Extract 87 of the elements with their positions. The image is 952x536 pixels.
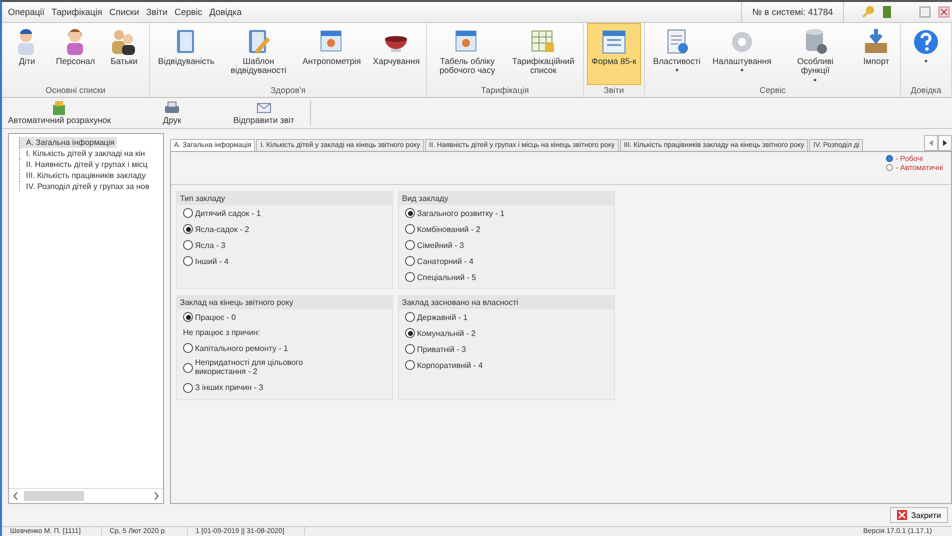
radio-button[interactable]: [183, 312, 193, 322]
radio-button[interactable]: [405, 224, 415, 234]
radio-button[interactable]: [405, 360, 415, 370]
ribbon-group-label: Довідка: [910, 85, 942, 97]
ribbon-button[interactable]: Антропометрія: [297, 23, 366, 85]
ribbon-button[interactable]: Харчування: [368, 23, 425, 85]
close-icon[interactable]: [938, 6, 950, 18]
radio-label: Працює - 0: [195, 312, 236, 322]
radio-button[interactable]: [886, 164, 893, 171]
printer-icon: [165, 101, 180, 115]
envelope-icon: [256, 101, 271, 115]
radio-button[interactable]: [405, 328, 415, 338]
tree-item[interactable]: І. Кількість дітей у закладі на кін: [19, 148, 147, 159]
system-number: № в системі: 41784: [741, 2, 844, 22]
radio-button[interactable]: [886, 155, 893, 162]
menu-item[interactable]: Сервіс: [174, 7, 202, 17]
radio-label: Комунальній - 2: [417, 328, 476, 338]
ribbon-button[interactable]: Шаблон відвідуваності: [221, 23, 296, 85]
radio-label: Непридатності для цільового використання - 2: [195, 359, 304, 377]
radio-button[interactable]: [405, 256, 415, 266]
close-icon: [897, 510, 908, 520]
menu-item[interactable]: Операції: [8, 7, 45, 17]
group-title: Вид закладу: [399, 192, 614, 205]
ribbon-group-label: Тарифікація: [480, 85, 530, 97]
ribbon-button[interactable]: Відвідуваність: [153, 23, 220, 85]
tree-item[interactable]: ІІІ. Кількість працівників закладу: [19, 170, 148, 181]
group-title: Тип закладу: [177, 192, 392, 205]
radio-button[interactable]: [183, 382, 193, 393]
radio-button[interactable]: [183, 224, 193, 234]
radio-label: Капітального ремонту - 1: [195, 344, 288, 352]
group-title: Заклад на кінець звітного року: [177, 296, 392, 309]
toolbar-button[interactable]: Автоматичний розрахунок: [2, 101, 117, 125]
ribbon-button[interactable]: Діти: [5, 23, 49, 85]
toolbar-button[interactable]: Відправити звіт: [227, 101, 300, 125]
radio-label: Комбінований - 2: [417, 224, 480, 234]
radio-label: Дитячий садок - 1: [195, 208, 261, 218]
radio-button[interactable]: [183, 208, 193, 218]
scrollbar-thumb[interactable]: [24, 491, 84, 501]
close-button[interactable]: Закрити: [890, 507, 948, 523]
ribbon-button[interactable]: Імпорт: [854, 23, 898, 85]
toolbar-button[interactable]: Друк: [156, 101, 188, 125]
radio-button[interactable]: [183, 240, 193, 250]
ribbon-group-label: Сервіс: [758, 85, 787, 97]
menu-item[interactable]: Звіти: [146, 7, 168, 17]
radio-label: З інших причин - 3: [195, 383, 264, 392]
menu-item[interactable]: Списки: [109, 7, 140, 17]
radio-label: Ясла-садок - 2: [195, 224, 250, 234]
radio-button[interactable]: [183, 343, 193, 353]
radio-label: Інший - 4: [195, 256, 229, 266]
radio-label: Сімейний - 3: [417, 240, 464, 250]
radio-button[interactable]: [405, 208, 415, 218]
ribbon-button[interactable]: Властивості: [648, 23, 706, 85]
restore-window-icon[interactable]: [919, 6, 931, 18]
ribbon-button[interactable]: Форма 85-к: [586, 23, 642, 85]
group-title: Заклад засновано на власності: [399, 296, 614, 309]
scroll-left-icon[interactable]: [13, 492, 18, 500]
radio-label: Спеціальний - 5: [417, 272, 476, 282]
radio-label: Корпоративній - 4: [417, 360, 483, 370]
note-text: Не працює з причин:: [183, 328, 261, 337]
ribbon-button[interactable]: Батьки: [102, 23, 146, 85]
radio-label: Загального розвитку - 1: [417, 208, 505, 218]
exit-door-icon[interactable]: [882, 5, 892, 19]
ribbon-button[interactable]: Налаштування: [708, 23, 776, 85]
radio-label: Приватній - 3: [417, 344, 466, 354]
ribbon-group-label: Здоров'я: [270, 85, 307, 97]
tree-item[interactable]: ІV. Розподіл дітей у групах за нов: [19, 181, 152, 192]
radio-label: Державній - 1: [417, 312, 468, 322]
ribbon-button[interactable]: Тарифікаційний список: [506, 23, 580, 85]
menu-item[interactable]: Довідка: [209, 7, 242, 17]
radio-button[interactable]: [183, 362, 193, 373]
ribbon-group-label: Основні списки: [44, 85, 107, 97]
scroll-right-icon[interactable]: [938, 135, 952, 151]
radio-button[interactable]: [183, 256, 193, 266]
radio-button[interactable]: [405, 240, 415, 250]
radio-button[interactable]: [405, 312, 415, 322]
menu-item[interactable]: Тарифікація: [52, 7, 102, 17]
ribbon-button[interactable]: Персонал: [51, 23, 100, 85]
radio-label: Ясла - 3: [195, 240, 226, 250]
radio-button[interactable]: [405, 272, 415, 282]
radio-button[interactable]: [405, 344, 415, 354]
radio-label: Санаторний - 4: [417, 256, 474, 266]
ribbon-group-label: Звіти: [602, 85, 625, 97]
tree-item[interactable]: ІІ. Наявність дітей у групах і місц: [19, 159, 150, 170]
scroll-right-icon[interactable]: [154, 492, 159, 500]
ribbon-button[interactable]: Табель обліку робочого часу: [430, 23, 504, 85]
tree-item[interactable]: А. Загальна інформація: [19, 137, 116, 148]
ribbon-button[interactable]: Особливі функції: [778, 23, 852, 85]
